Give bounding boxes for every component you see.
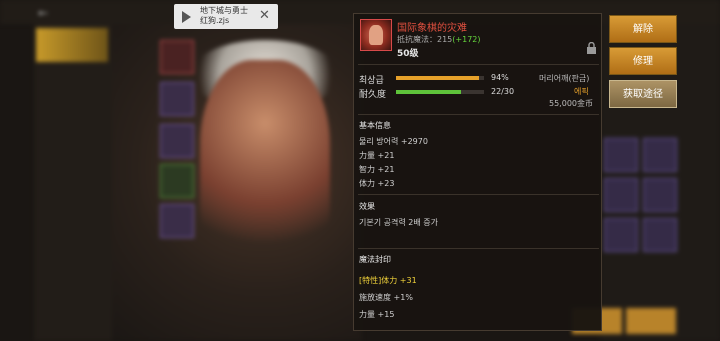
repair-button[interactable]: 修理	[609, 47, 677, 75]
item-icon	[360, 19, 392, 51]
equip-slot	[160, 40, 194, 74]
magic-resist-value: 抵抗魔法：215	[397, 35, 453, 44]
inventory-slot	[604, 218, 638, 252]
item-price: 55,000金币	[549, 99, 593, 108]
lock-icon[interactable]	[586, 42, 597, 54]
effect-line: 기본기 공격력 2배 증가	[359, 218, 438, 227]
close-icon[interactable]: ✕	[259, 9, 270, 22]
inventory-slot	[604, 178, 638, 212]
inventory-slot	[643, 138, 677, 172]
divider	[358, 194, 599, 195]
magic-resist-bonus: (+172)	[452, 35, 481, 44]
video-popup[interactable]: 地下城与勇士红狗.zjs ✕	[174, 4, 278, 29]
play-icon[interactable]	[182, 11, 191, 23]
dismantle-button[interactable]: 解除	[609, 15, 677, 43]
equip-slot	[160, 164, 194, 198]
basic-line: 智力 +21	[359, 165, 395, 174]
divider	[358, 248, 599, 249]
seal-line: 力量 +15	[359, 310, 395, 319]
basic-line: 力量 +21	[359, 151, 395, 160]
durability-label: 耐久度	[359, 90, 387, 100]
bottom-button	[626, 308, 676, 334]
seal-line: [特性]体力 +31	[359, 276, 417, 285]
sidebar-tab-active	[36, 28, 108, 62]
durability-bar	[396, 90, 484, 94]
grade-label: 최상급	[359, 76, 384, 86]
divider	[358, 114, 599, 115]
grade-value: 94%	[491, 73, 509, 82]
equip-slot	[160, 204, 194, 238]
equip-slot	[160, 82, 194, 116]
character-figure	[200, 60, 330, 270]
item-name: 国际象棋的灾难	[397, 23, 467, 34]
grade-bar	[396, 76, 484, 80]
magic-resist: 抵抗魔法：215(+172)	[397, 34, 481, 45]
grade-bar-fill	[396, 76, 479, 80]
effect-title: 效果	[359, 202, 375, 211]
back-arrow-icon: ←	[38, 6, 49, 20]
video-filename: 地下城与勇士红狗.zjs	[200, 6, 248, 25]
durability-value: 22/30	[491, 87, 515, 96]
inventory-sidebar	[34, 24, 112, 341]
seal-line: 施放速度 +1%	[359, 293, 413, 302]
item-level: 50级	[397, 49, 419, 59]
basic-line: 体力 +23	[359, 179, 395, 188]
item-rarity: 에픽	[574, 87, 589, 96]
basic-line: 물리 방어력 +2970	[359, 137, 428, 146]
item-detail-panel: 国际象棋的灾难 抵抗魔法：215(+172) 50级 최상급 94% 耐久度 2…	[353, 13, 602, 331]
inventory-slot	[604, 138, 638, 172]
durability-bar-fill	[396, 90, 461, 94]
inventory-slot	[643, 218, 677, 252]
divider	[358, 64, 599, 65]
equip-slot	[160, 124, 194, 158]
basic-info-title: 基本信息	[359, 121, 391, 130]
source-button[interactable]: 获取途径	[609, 80, 677, 108]
seal-title: 魔法封印	[359, 255, 391, 264]
inventory-slot	[643, 178, 677, 212]
item-slot-type: 머리어깨(판금)	[539, 74, 590, 83]
